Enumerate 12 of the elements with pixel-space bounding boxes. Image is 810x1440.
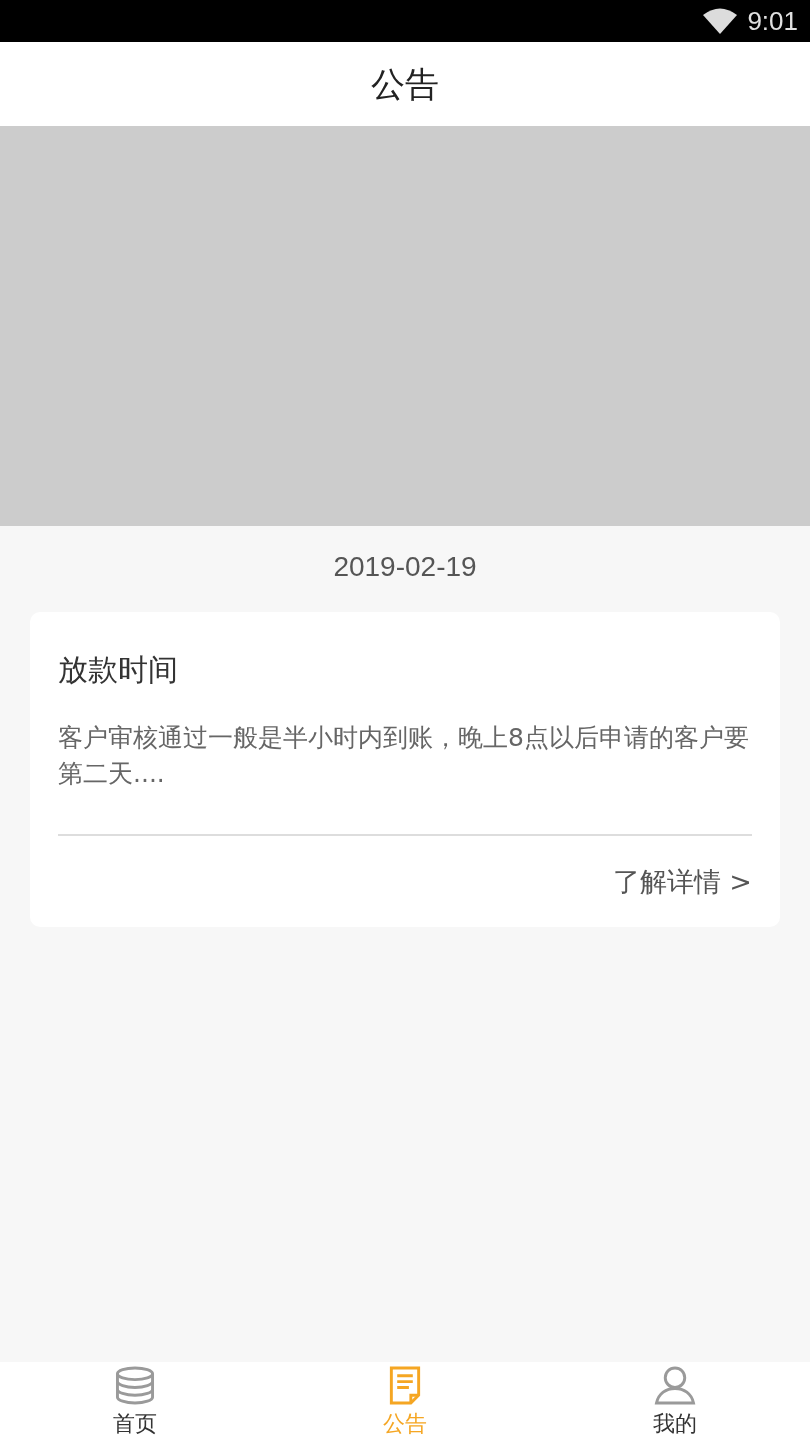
wifi-icon xyxy=(703,8,738,34)
nav-tab[interactable]: 我的 xyxy=(540,1362,810,1440)
document-icon xyxy=(387,1366,423,1405)
coin-stack-icon xyxy=(114,1366,156,1405)
details-link[interactable]: 了解详情 > xyxy=(612,862,752,903)
notice-date: 2019-02-19 xyxy=(333,550,477,584)
notice-summary: 客户审核通过一般是半小时内到账，晚上8点以后申请的客户要第二天.... xyxy=(58,722,750,790)
person-icon xyxy=(654,1366,696,1405)
status-time: 9:01 xyxy=(747,4,798,38)
nav-tab[interactable]: 首页 xyxy=(0,1362,270,1440)
notice-title: 放款时间 xyxy=(58,651,179,689)
page-title: 公告 xyxy=(371,62,439,106)
